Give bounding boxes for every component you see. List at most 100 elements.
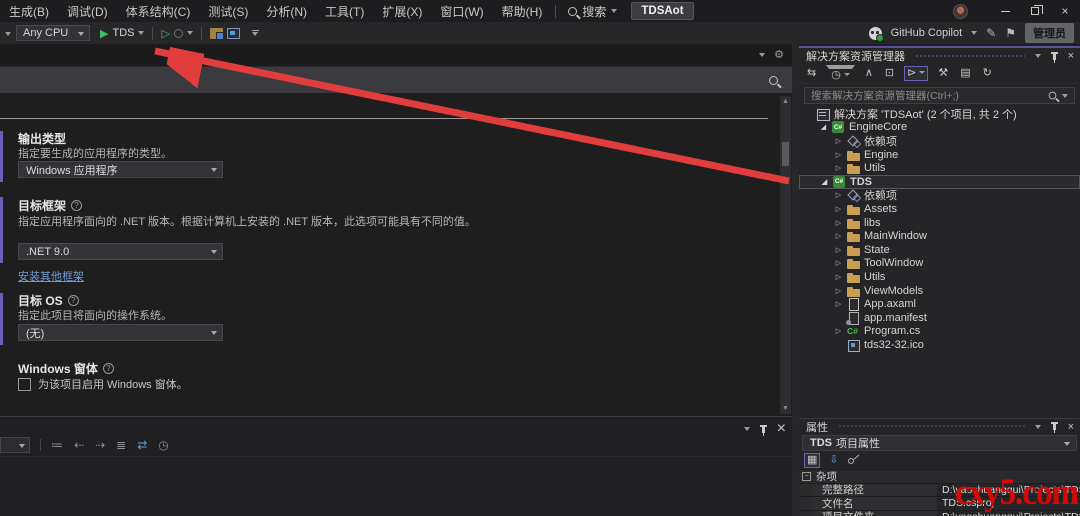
property-value[interactable]: D:\yaoshuangqui\Projects\TDS_mai bbox=[937, 511, 1080, 516]
expander-icon[interactable] bbox=[834, 191, 843, 199]
expander-icon[interactable] bbox=[834, 273, 843, 281]
notifications-icon[interactable]: ⚑ bbox=[1005, 26, 1016, 40]
info-icon[interactable]: ? bbox=[71, 200, 82, 211]
property-category[interactable]: − 杂项 bbox=[799, 470, 1080, 484]
toggle-output-icon[interactable]: ⇄ bbox=[137, 438, 147, 452]
expander-icon[interactable] bbox=[834, 327, 843, 335]
drag-grip[interactable] bbox=[915, 54, 1025, 59]
output-type-dropdown[interactable]: Windows 应用程序 bbox=[18, 161, 223, 178]
menu-item[interactable]: 工具(T) bbox=[316, 3, 373, 20]
editor-scrollbar[interactable]: ▲ ▼ bbox=[780, 96, 791, 414]
tree-row[interactable]: App.axaml bbox=[799, 297, 1080, 311]
switch-views-icon[interactable]: ⇆ bbox=[805, 67, 818, 80]
minimize-button[interactable] bbox=[990, 0, 1020, 22]
view-code-icon[interactable]: ▤ bbox=[958, 67, 972, 80]
expander-icon[interactable] bbox=[834, 259, 843, 267]
close-icon[interactable]: × bbox=[1068, 50, 1074, 62]
tree-row[interactable]: Utils bbox=[799, 161, 1080, 175]
menu-item[interactable]: 体系结构(C) bbox=[117, 3, 200, 20]
chevron-down-icon[interactable] bbox=[971, 31, 977, 35]
sort-alphabetical-icon[interactable]: ⇩ bbox=[827, 454, 840, 467]
show-all-files-icon[interactable]: ⚒ bbox=[936, 67, 950, 80]
menu-item[interactable]: 测试(S) bbox=[199, 3, 257, 20]
drag-grip[interactable] bbox=[838, 424, 1025, 429]
chevron-down-icon[interactable] bbox=[759, 53, 765, 57]
tree-row[interactable]: EngineCore bbox=[799, 121, 1080, 135]
chevron-down-icon[interactable] bbox=[744, 427, 750, 431]
tree-row[interactable]: libs bbox=[799, 216, 1080, 230]
chevron-down-icon[interactable] bbox=[1035, 54, 1041, 58]
collapse-icon[interactable]: − bbox=[802, 472, 811, 481]
winforms-checkbox[interactable] bbox=[18, 378, 31, 391]
object-selector-dropdown[interactable]: TDS 项目属性 bbox=[802, 435, 1077, 451]
word-wrap-icon[interactable]: ≣ bbox=[116, 438, 126, 452]
chevron-down-icon[interactable] bbox=[187, 31, 193, 35]
expander-icon[interactable] bbox=[834, 287, 843, 295]
property-value[interactable]: TDS.csproj bbox=[937, 497, 1080, 510]
tree-row[interactable]: Program.cs bbox=[799, 325, 1080, 339]
tree-row[interactable]: State bbox=[799, 243, 1080, 257]
toolbar-overflow-button[interactable] bbox=[252, 30, 259, 36]
hot-reload-icon[interactable] bbox=[174, 29, 183, 38]
expander-icon[interactable] bbox=[834, 151, 843, 159]
expander-icon[interactable] bbox=[834, 219, 843, 227]
chevron-down-icon[interactable] bbox=[138, 31, 144, 35]
platform-dropdown[interactable]: Any CPU bbox=[16, 25, 90, 41]
menu-item[interactable]: 分析(N) bbox=[257, 3, 316, 20]
tree-row[interactable]: TDS bbox=[799, 175, 1080, 189]
tree-row[interactable]: ViewModels bbox=[799, 284, 1080, 298]
info-icon[interactable]: ? bbox=[68, 295, 79, 306]
solution-name-badge[interactable]: TDSAot bbox=[631, 2, 693, 20]
expander-icon[interactable] bbox=[834, 300, 843, 308]
settings-search-bar[interactable] bbox=[0, 67, 792, 93]
tree-row[interactable]: ToolWindow bbox=[799, 257, 1080, 271]
scroll-up-icon[interactable]: ▲ bbox=[780, 96, 791, 107]
next-message-icon[interactable]: ⇢ bbox=[95, 438, 105, 452]
quick-search[interactable]: 搜索 bbox=[568, 3, 617, 20]
expander-icon[interactable] bbox=[834, 232, 843, 240]
target-os-dropdown[interactable]: (无) bbox=[18, 324, 223, 341]
timestamp-icon[interactable]: ◷ bbox=[158, 438, 168, 452]
property-value[interactable]: D:\yaoshuangqui\Projects\TDS_mai bbox=[937, 484, 1080, 497]
start-debug-icon[interactable]: ▶ bbox=[100, 27, 108, 40]
menu-item[interactable]: 扩展(X) bbox=[373, 3, 431, 20]
info-icon[interactable]: ? bbox=[103, 363, 114, 374]
gear-icon[interactable]: ⚙ bbox=[774, 48, 784, 61]
tree-row[interactable]: MainWindow bbox=[799, 229, 1080, 243]
sync-with-active-document-icon[interactable]: ⊳ bbox=[904, 66, 928, 81]
chevron-down-icon[interactable] bbox=[1035, 425, 1041, 429]
tree-row[interactable]: 依赖项 bbox=[799, 134, 1080, 148]
start-without-debug-icon[interactable]: ▷ bbox=[161, 27, 169, 40]
solution-search-box[interactable]: 搜索解决方案资源管理器(Ctrl+;) bbox=[804, 87, 1075, 104]
scroll-down-icon[interactable]: ▼ bbox=[780, 403, 791, 414]
tree-row[interactable]: Engine bbox=[799, 148, 1080, 162]
package-icon[interactable] bbox=[210, 28, 223, 39]
categorized-view-icon[interactable]: ▦ bbox=[804, 453, 820, 468]
expander-icon[interactable] bbox=[834, 137, 843, 145]
tree-row[interactable]: 依赖项 bbox=[799, 189, 1080, 203]
configuration-dropdown[interactable] bbox=[0, 27, 16, 39]
expander-icon[interactable] bbox=[834, 164, 843, 172]
close-icon[interactable]: × bbox=[1068, 421, 1074, 433]
tree-row[interactable]: Assets bbox=[799, 202, 1080, 216]
scrollbar-thumb[interactable] bbox=[782, 142, 789, 166]
install-frameworks-link[interactable]: 安装其他框架 bbox=[18, 268, 84, 284]
完整路径-icon[interactable]: 完整路径 D:\yaoshuangqui\Projects\TDS_mai bbox=[799, 484, 1080, 498]
deploy-icon[interactable] bbox=[227, 28, 240, 39]
admin-badge[interactable]: 管理员 bbox=[1025, 23, 1074, 43]
pending-changes-filter-icon[interactable]: ◷ bbox=[826, 65, 855, 82]
pin-icon[interactable] bbox=[1053, 423, 1056, 430]
target-framework-dropdown[interactable]: .NET 9.0 bbox=[18, 243, 223, 260]
close-button[interactable]: × bbox=[1050, 0, 1080, 22]
account-avatar[interactable] bbox=[953, 4, 968, 19]
expander-icon[interactable] bbox=[819, 123, 828, 131]
key-icon[interactable] bbox=[846, 456, 854, 464]
collapse-all-icon[interactable]: ∧ bbox=[863, 67, 875, 80]
run-target-label[interactable]: TDS bbox=[112, 27, 134, 39]
menu-item[interactable]: 生成(B) bbox=[0, 3, 58, 20]
tree-row[interactable]: tds32-32.ico bbox=[799, 338, 1080, 352]
tree-row[interactable]: app.manifest bbox=[799, 311, 1080, 325]
refresh-icon[interactable]: ↻ bbox=[981, 67, 994, 80]
restore-button[interactable] bbox=[1020, 0, 1050, 22]
message-list-icon[interactable]: ≔ bbox=[51, 438, 63, 452]
